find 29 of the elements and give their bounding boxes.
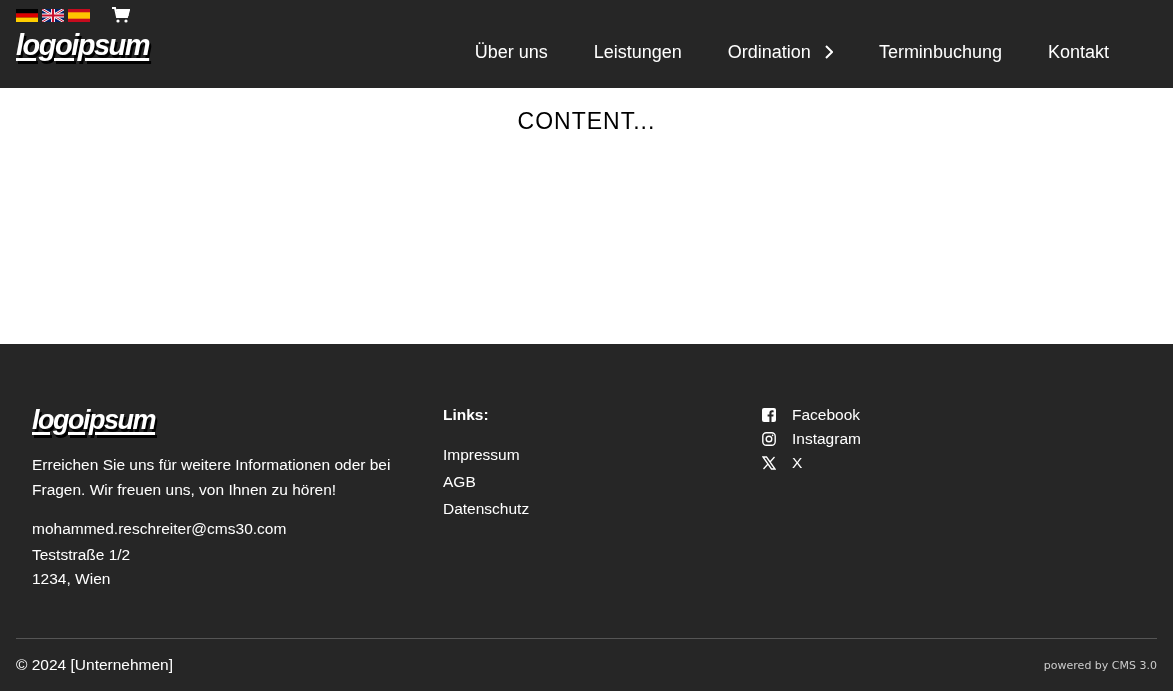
social-link[interactable]: Instagram: [792, 430, 861, 448]
german-flag-icon[interactable]: [16, 8, 38, 22]
footer-logo: logoipsum: [32, 404, 155, 436]
logo[interactable]: logoipsum: [16, 29, 150, 61]
footer-link[interactable]: Datenschutz: [443, 495, 762, 522]
instagram-icon[interactable]: [762, 432, 776, 446]
copyright-text: © 2024 [Unternehmen]: [16, 656, 174, 674]
social-link[interactable]: Facebook: [792, 406, 861, 424]
cart-icon[interactable]: [112, 7, 130, 23]
address-line: 1234, Wien: [32, 569, 112, 589]
x-logo-icon[interactable]: [762, 456, 776, 470]
nav-link[interactable]: Terminbuchung: [855, 41, 1025, 63]
content-placeholder-text: CONTENT...: [517, 108, 656, 136]
email-link[interactable]: mohammed.reschreiter@cms30.com: [32, 520, 443, 538]
links-heading: Links:: [443, 406, 490, 424]
nav-link[interactable]: Kontakt: [1024, 41, 1132, 63]
footer-link[interactable]: AGB: [443, 468, 762, 495]
nav-link[interactable]: Leistungen: [570, 41, 705, 63]
footer-link[interactable]: Impressum: [443, 441, 762, 468]
footer-description: Erreichen Sie uns für weitere Informationen oder bei Fragen. Wir freuen uns, von Ihnen zu hören!: [32, 455, 392, 500]
address-line: Teststraße 1/2: [32, 545, 132, 565]
powered-by-text: powered by CMS 3.0: [1043, 658, 1157, 672]
nav-link[interactable]: Ordination: [704, 41, 856, 63]
nav-link[interactable]: Über uns: [451, 41, 571, 63]
british-flag-icon[interactable]: [42, 8, 64, 22]
social-link[interactable]: X: [792, 454, 803, 472]
facebook-icon[interactable]: [762, 408, 776, 422]
chevron-right-icon: [824, 45, 833, 59]
spanish-flag-icon[interactable]: [68, 8, 90, 22]
